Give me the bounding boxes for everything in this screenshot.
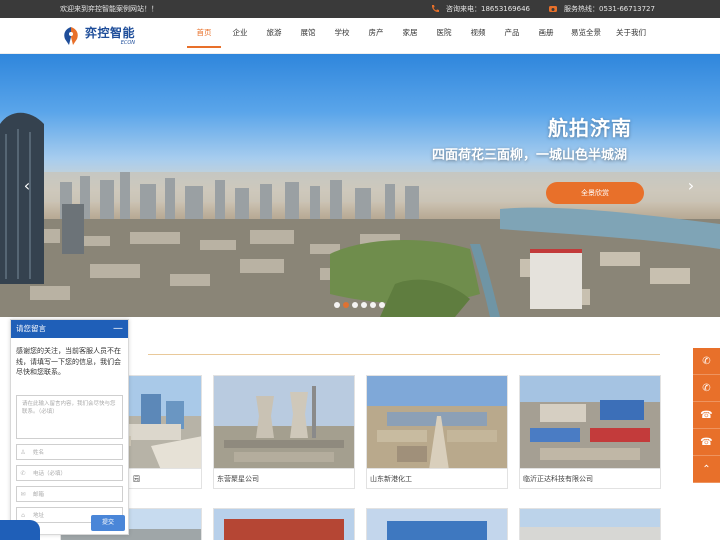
logo-subtitle: ECON <box>120 39 136 46</box>
message-textarea[interactable]: 请在此输入留言内容，我们会尽快与您联系。（必填） <box>16 395 123 439</box>
carousel-dot[interactable] <box>334 302 340 308</box>
section-divider <box>148 354 660 355</box>
telephone-icon <box>549 6 557 12</box>
submit-button[interactable]: 提交 <box>91 515 125 531</box>
header: 弈控智能 ECON 首页 企业 旅游 展馆 学校 房产 家居 医院 视频 产品 画册 易览全景 关于我们 <box>0 18 720 54</box>
carousel-dot[interactable] <box>379 302 385 308</box>
case-caption: 临沂正达科技有限公司 <box>519 469 661 489</box>
case-card[interactable]: 山东新港化工 <box>366 375 508 489</box>
case-image <box>366 508 508 540</box>
nav-item[interactable]: 房产 <box>359 18 393 54</box>
nav-item[interactable]: 关于我们 <box>609 18 653 54</box>
top-bar: 欢迎来到弈控智能案例网站！！ 咨询来电：18653169646 服务热线：053… <box>0 0 720 18</box>
case-image <box>213 508 355 540</box>
case-card[interactable]: 临沂正达科技有限公司 <box>519 375 661 489</box>
nav-item[interactable]: 旅游 <box>257 18 291 54</box>
banner-subtitle: 四面荷花三面柳，一城山色半城湖 <box>432 148 628 163</box>
nav-item[interactable]: 学校 <box>325 18 359 54</box>
nav-item[interactable]: 展馆 <box>291 18 325 54</box>
carousel-dot[interactable] <box>352 302 358 308</box>
main-nav: 首页 企业 旅游 展馆 学校 房产 家居 医院 视频 产品 画册 易览全景 关于我们 <box>185 18 653 54</box>
banner-title: 航拍济南 <box>548 116 632 140</box>
phone-icon[interactable]: ✆ <box>693 375 720 402</box>
case-caption: 山东新港化工 <box>366 469 508 489</box>
user-icon: ♙ <box>20 448 26 456</box>
carousel-dot[interactable] <box>343 302 349 308</box>
panorama-button[interactable]: 全景欣赏 <box>546 182 644 204</box>
back-to-top-icon[interactable]: ⌃ <box>693 456 720 483</box>
name-placeholder: 姓名 <box>33 450 45 456</box>
case-card[interactable] <box>519 508 661 540</box>
consult-phone: 咨询来电：18653169646 <box>430 4 530 14</box>
nav-item[interactable]: 首页 <box>185 18 223 54</box>
logo-mark-icon <box>64 27 78 45</box>
carousel-dots <box>334 302 385 308</box>
address-placeholder: 地址 <box>33 513 45 519</box>
nav-item[interactable]: 画册 <box>529 18 563 54</box>
service-hotline-text: 服务热线：0531-66713727 <box>564 5 655 13</box>
case-image <box>519 375 661 469</box>
phone-placeholder: 电话（必填） <box>33 471 67 477</box>
phone-icon[interactable]: ✆ <box>693 348 720 375</box>
telephone-icon[interactable]: ☎ <box>693 429 720 456</box>
floating-sidebar: ✆ ✆ ☎ ☎ ⌃ <box>693 348 720 483</box>
minimize-icon[interactable]: — <box>113 320 123 338</box>
chat-title: 请您留言 <box>16 324 46 333</box>
hero-banner[interactable]: ‹ › 航拍济南 四面荷花三面柳，一城山色半城湖 全景欣赏 <box>0 54 720 317</box>
nav-item[interactable]: 医院 <box>427 18 461 54</box>
nav-item[interactable]: 易览全景 <box>563 18 609 54</box>
chat-notice: 感谢您的关注，当前客服人员不在线，请填写一下您的信息，我们会尽快和您联系。 <box>16 347 121 376</box>
mail-icon: ✉ <box>20 490 26 498</box>
case-image <box>519 508 661 540</box>
chat-header: 请您留言 — <box>11 320 128 338</box>
name-field[interactable]: ♙ 姓名 <box>16 444 123 460</box>
email-field[interactable]: ✉ 邮箱 <box>16 486 123 502</box>
welcome-text: 欢迎来到弈控智能案例网站！！ <box>60 5 158 13</box>
logo[interactable]: 弈控智能 ECON <box>60 22 150 50</box>
carousel-dot[interactable] <box>370 302 376 308</box>
case-card[interactable]: 东营聚星公司 <box>213 375 355 489</box>
service-hotline: 服务热线：0531-66713727 <box>548 4 655 14</box>
phone-icon <box>431 5 439 13</box>
nav-item[interactable]: 企业 <box>223 18 257 54</box>
case-image <box>213 375 355 469</box>
leave-message-panel: 请您留言 — 感谢您的关注，当前客服人员不在线，请填写一下您的信息，我们会尽快和… <box>10 319 129 535</box>
banner-next-arrow[interactable]: › <box>684 174 698 198</box>
case-card[interactable] <box>366 508 508 540</box>
nav-item[interactable]: 视频 <box>461 18 495 54</box>
phone-icon: ✆ <box>20 469 26 477</box>
phone-field[interactable]: ✆ 电话（必填） <box>16 465 123 481</box>
carousel-dot[interactable] <box>361 302 367 308</box>
email-placeholder: 邮箱 <box>33 492 45 498</box>
nav-item[interactable]: 家居 <box>393 18 427 54</box>
telephone-icon[interactable]: ☎ <box>693 402 720 429</box>
case-card[interactable] <box>213 508 355 540</box>
case-caption: 东营聚星公司 <box>213 469 355 489</box>
banner-prev-arrow[interactable]: ‹ <box>20 174 34 198</box>
case-image <box>366 375 508 469</box>
home-icon: ⌂ <box>21 511 25 519</box>
chat-tab[interactable] <box>0 520 40 540</box>
logo-title: 弈控智能 <box>85 25 136 40</box>
consult-phone-text: 咨询来电：18653169646 <box>446 5 530 13</box>
nav-item[interactable]: 产品 <box>495 18 529 54</box>
